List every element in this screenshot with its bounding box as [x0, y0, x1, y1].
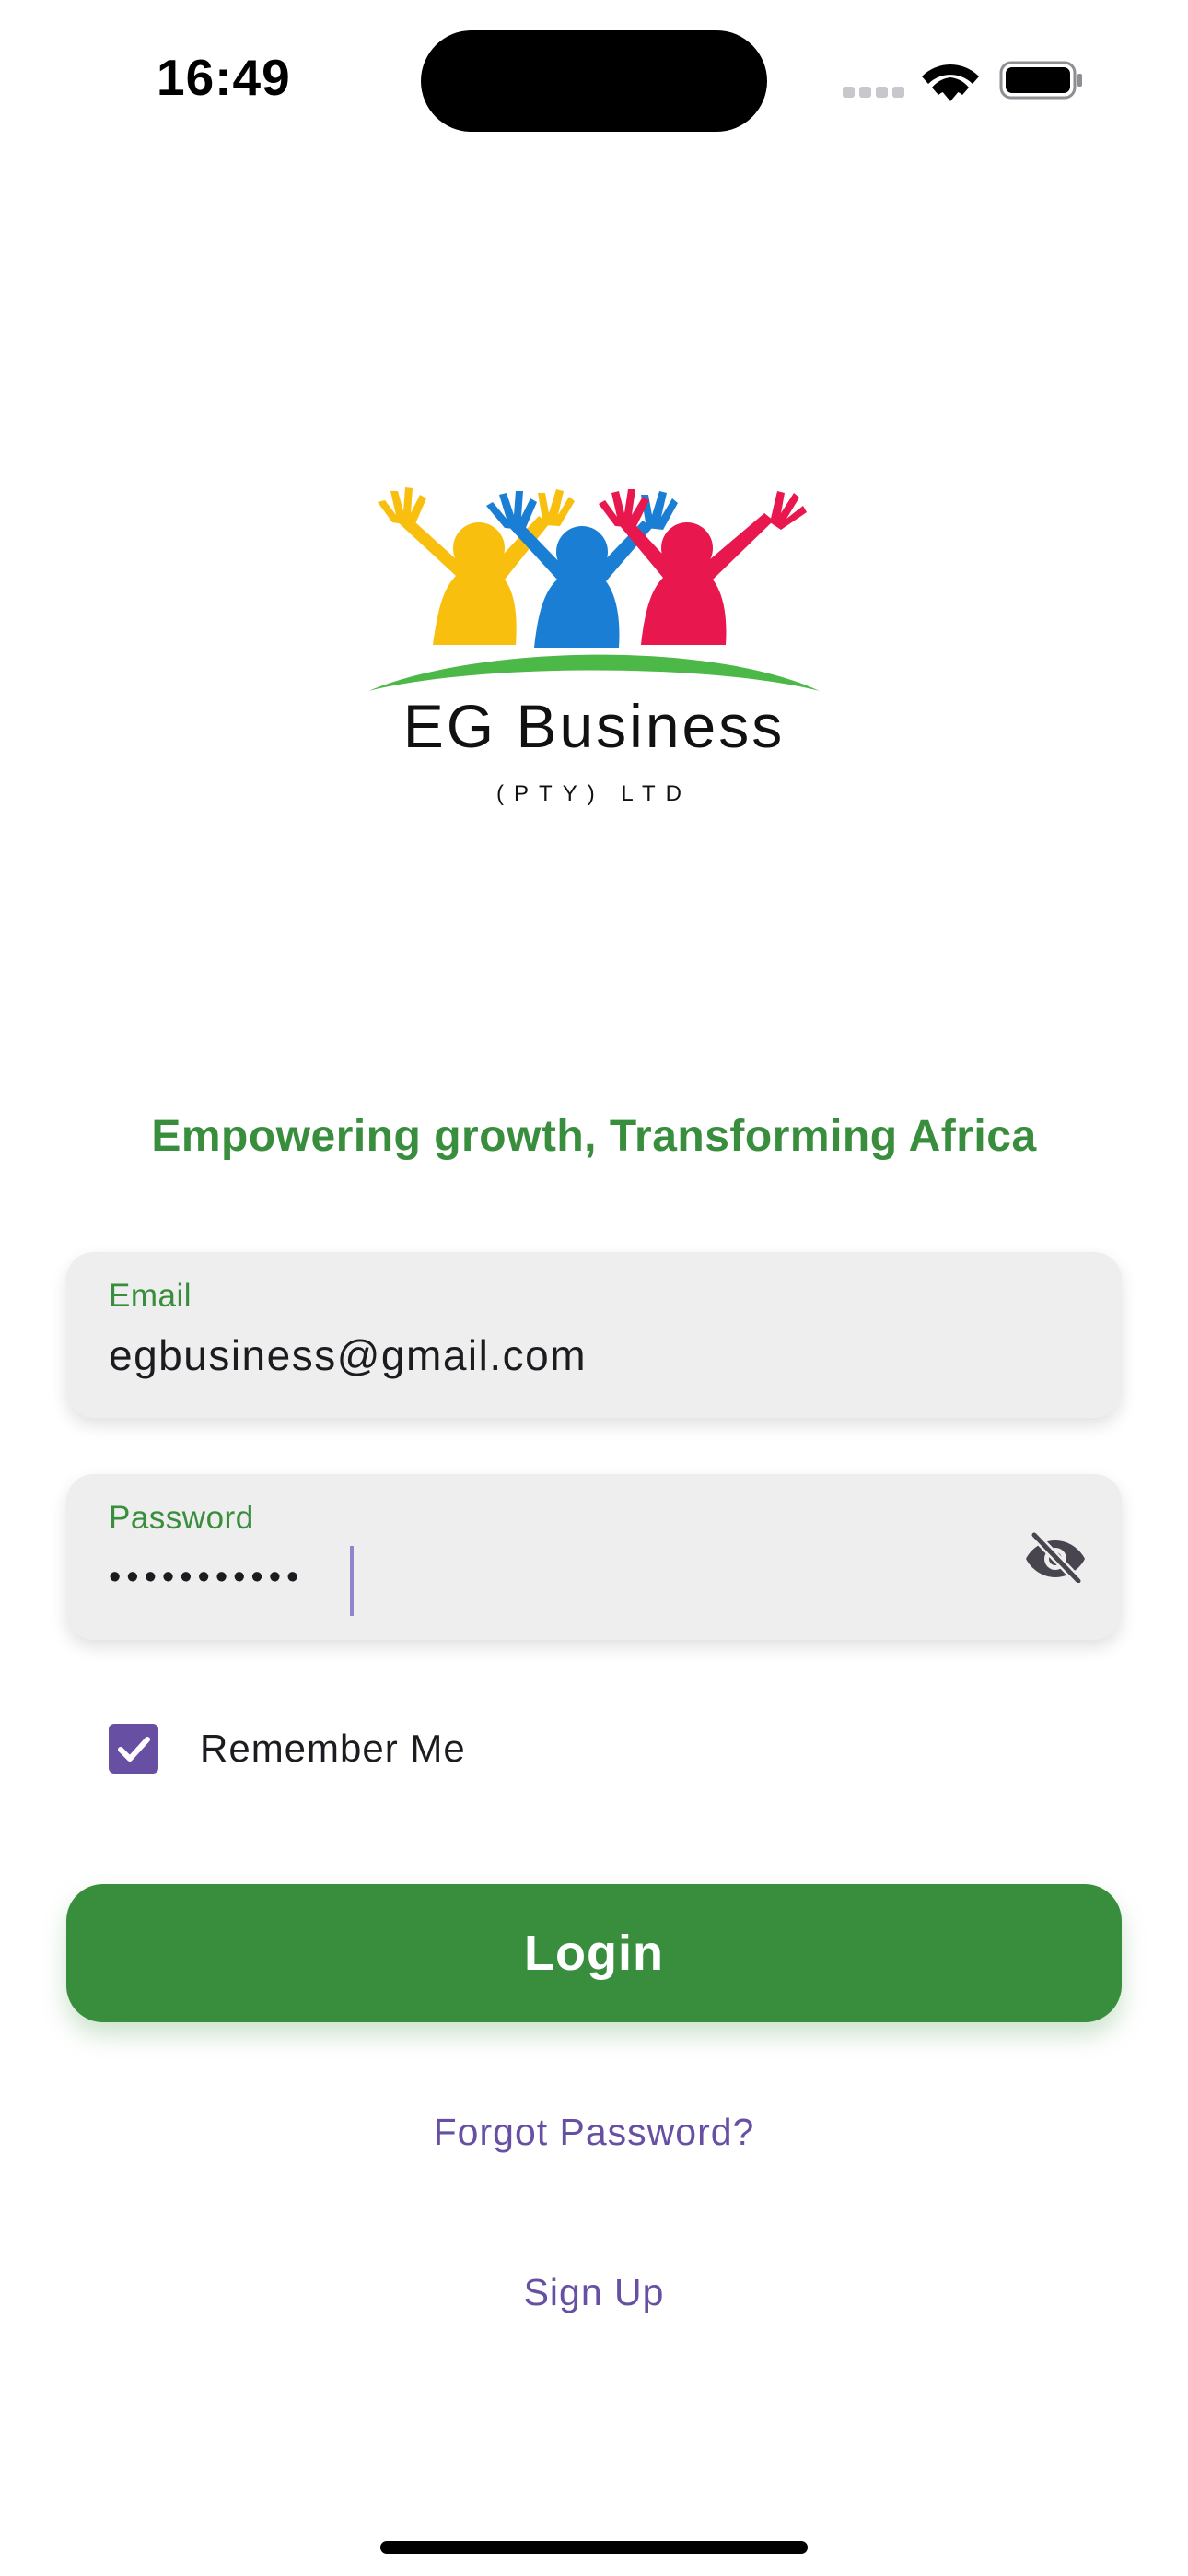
- email-label: Email: [109, 1278, 192, 1314]
- status-time: 16:49: [157, 49, 291, 106]
- text-caret: [350, 1546, 354, 1616]
- brand-name: EG Business: [402, 692, 786, 760]
- cellular-signal-icon: [843, 87, 905, 98]
- sign-up-link[interactable]: Sign Up: [0, 2268, 1188, 2316]
- password-field[interactable]: Password •••••••••••: [66, 1474, 1122, 1640]
- eye-off-icon[interactable]: [1022, 1528, 1089, 1587]
- company-logo: [368, 487, 820, 691]
- brand-subtitle: (PTY) LTD: [496, 781, 692, 806]
- battery-icon: [999, 61, 1082, 100]
- login-button-label: Login: [524, 1926, 664, 1981]
- remember-me-checkbox[interactable]: [109, 1724, 158, 1774]
- password-input[interactable]: •••••••••••: [109, 1550, 304, 1605]
- home-indicator[interactable]: [380, 2541, 808, 2554]
- dynamic-island: [421, 30, 767, 132]
- login-button[interactable]: Login: [66, 1884, 1122, 2022]
- remember-me-label[interactable]: Remember Me: [200, 1725, 466, 1773]
- check-icon: [118, 1737, 150, 1762]
- wifi-icon: [922, 64, 979, 101]
- email-input[interactable]: egbusiness@gmail.com: [109, 1329, 587, 1381]
- tagline: Empowering growth, Transforming Africa: [151, 1112, 1037, 1161]
- forgot-password-link[interactable]: Forgot Password?: [0, 2108, 1188, 2156]
- email-field[interactable]: Email egbusiness@gmail.com: [66, 1252, 1122, 1418]
- password-label: Password: [109, 1500, 254, 1536]
